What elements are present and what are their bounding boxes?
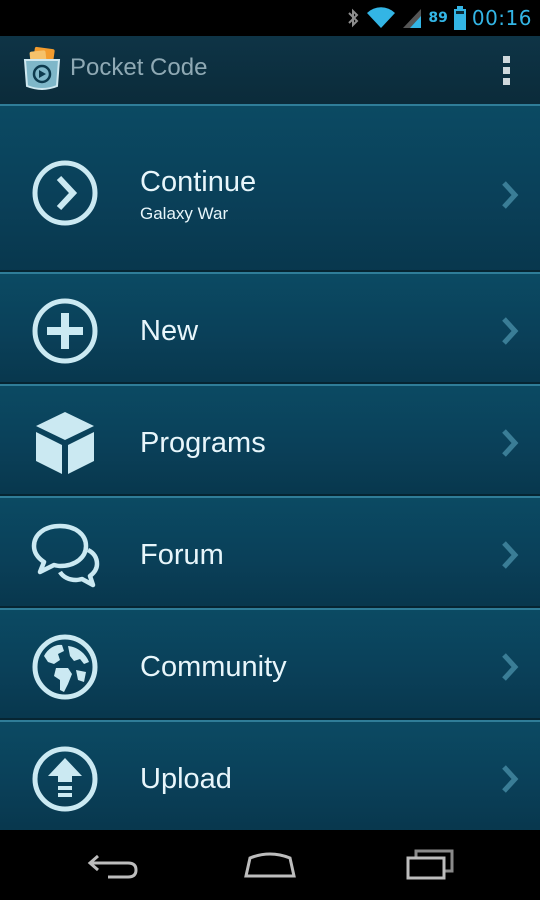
globe-icon	[32, 634, 98, 700]
battery-icon	[453, 6, 466, 30]
chevron-right-icon	[502, 541, 519, 569]
chevron-right-icon	[502, 317, 519, 345]
navigation-bar	[0, 830, 540, 900]
pocket-code-logo-icon[interactable]	[22, 46, 62, 92]
chevron-right-icon	[502, 765, 519, 793]
upload-icon	[32, 746, 98, 812]
menu-item-sublabel: Galaxy War	[140, 204, 229, 223]
menu-item-new[interactable]: New	[0, 272, 540, 384]
chevron-right-icon	[502, 429, 519, 457]
menu-item-label: Community	[140, 651, 287, 683]
chevron-right-icon	[502, 181, 519, 209]
clock: 00:16	[471, 6, 532, 30]
back-icon[interactable]	[84, 848, 144, 882]
app-title: Pocket Code	[70, 54, 208, 81]
menu-item-label: Forum	[140, 539, 224, 571]
arrow-circle-icon	[32, 160, 98, 226]
plus-circle-icon	[32, 298, 98, 364]
menu-item-continue[interactable]: Continue Galaxy War	[0, 104, 540, 272]
main-menu: Continue Galaxy War New Programs Forum C…	[0, 104, 540, 832]
menu-item-programs[interactable]: Programs	[0, 384, 540, 496]
signal-icon	[403, 9, 422, 28]
menu-item-label: New	[140, 315, 199, 347]
status-bar: 89 00:16	[0, 0, 540, 36]
menu-item-forum[interactable]: Forum	[0, 496, 540, 608]
menu-item-label: Upload	[140, 763, 232, 795]
menu-item-upload[interactable]: Upload	[0, 720, 540, 832]
battery-level: 89	[428, 10, 448, 26]
status-icons: 89 00:16	[346, 0, 532, 36]
chevron-right-icon	[502, 653, 519, 681]
action-bar: Pocket Code	[0, 36, 540, 106]
menu-item-label: Programs	[140, 427, 266, 459]
recent-apps-icon[interactable]	[400, 848, 460, 882]
overflow-menu-icon[interactable]	[502, 54, 512, 86]
cube-icon	[36, 412, 94, 474]
bluetooth-icon	[348, 8, 359, 28]
chat-bubbles-icon	[31, 523, 100, 588]
home-icon[interactable]	[240, 848, 300, 882]
menu-item-label: Continue	[140, 166, 257, 198]
menu-item-community[interactable]: Community	[0, 608, 540, 720]
wifi-icon	[367, 7, 396, 28]
